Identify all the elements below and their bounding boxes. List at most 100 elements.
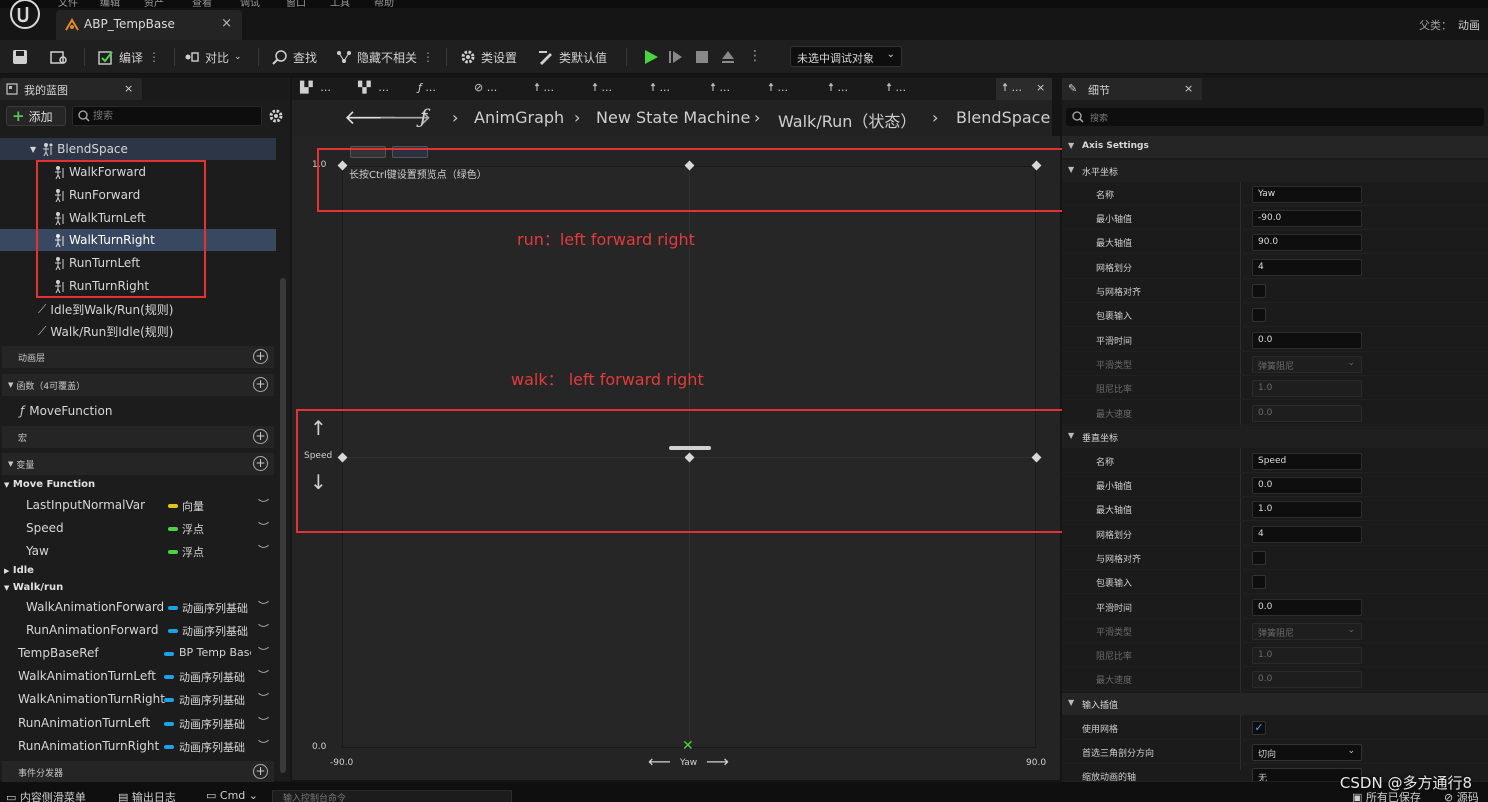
close-tab-icon[interactable]: ×: [1036, 81, 1045, 94]
category-input-interpolation[interactable]: ▼ 输入插值: [1062, 693, 1488, 715]
variable-eye-icon[interactable]: ︶: [258, 598, 269, 614]
browse-icon[interactable]: [50, 49, 68, 65]
content-drawer-button[interactable]: ▭ 内容侧滑菜单: [6, 789, 86, 802]
group-move-function[interactable]: ▼ Move Function: [4, 479, 95, 490]
variable-row[interactable]: RunAnimationForward 动画序列基础 ︶: [0, 619, 274, 641]
close-panel-icon[interactable]: ×: [124, 82, 133, 95]
graph-tab-active[interactable]: ☨ ... ×: [996, 78, 1052, 100]
add-event-dispatcher-icon[interactable]: +: [253, 764, 268, 779]
add-button[interactable]: + 添加: [6, 106, 66, 126]
variable-row[interactable]: WalkAnimationTurnRight 动画序列基础 ︶: [0, 688, 274, 710]
variable-eye-icon[interactable]: ︶: [258, 690, 269, 706]
menu-help[interactable]: 帮助: [374, 0, 394, 9]
variable-row[interactable]: Yaw 浮点 ︶: [0, 540, 274, 562]
tree-item-blendspace[interactable]: ▼ BlendSpace: [0, 138, 276, 160]
section-macros[interactable]: 宏 +: [2, 426, 274, 448]
variable-row[interactable]: WalkAnimationForward 动画序列基础 ︶: [0, 596, 274, 618]
h-axis-smooth-time-field[interactable]: 0.0: [1252, 332, 1362, 349]
variable-eye-icon[interactable]: ︶: [258, 496, 269, 512]
variable-eye-icon[interactable]: ︶: [258, 714, 269, 730]
graph-tab[interactable]: ☨ ...: [592, 81, 612, 94]
menu-debug[interactable]: 调试: [240, 0, 260, 9]
hide-unrelated-options-icon[interactable]: ⋮: [422, 50, 434, 64]
tri-direction-dropdown[interactable]: 切向 ⌄: [1252, 744, 1362, 761]
breadcrumb-blendspace[interactable]: BlendSpace: [956, 108, 1050, 127]
variable-eye-icon[interactable]: ︶: [258, 519, 269, 535]
graph-tab[interactable]: ☨ ...: [828, 81, 848, 94]
use-grid-checkbox[interactable]: ✓: [1252, 721, 1266, 735]
v-axis-wrap-checkbox[interactable]: [1252, 575, 1266, 589]
play-options-icon[interactable]: ⋮: [748, 48, 762, 64]
section-anim-layers[interactable]: 动画层 +: [2, 346, 274, 368]
v-axis-max-field[interactable]: 1.0: [1252, 501, 1362, 518]
v-axis-snap-checkbox[interactable]: [1252, 551, 1266, 565]
breadcrumb-state-machine[interactable]: New State Machine: [596, 108, 750, 127]
diff-button[interactable]: 对比 ⌄: [184, 47, 242, 67]
hide-unrelated-button[interactable]: 隐藏不相关 ⋮: [336, 47, 434, 67]
save-icon[interactable]: [12, 49, 28, 65]
cmd-button[interactable]: ▭ Cmd ⌄: [206, 789, 258, 802]
eject-icon[interactable]: [720, 49, 736, 65]
h-axis-snap-checkbox[interactable]: [1252, 284, 1266, 298]
group-idle[interactable]: ▶ Idle: [4, 565, 34, 576]
variable-row[interactable]: LastInputNormalVar 向量 ︶: [0, 494, 274, 516]
details-search-box[interactable]: 搜索: [1066, 108, 1484, 126]
menu-edit[interactable]: 编辑: [100, 0, 120, 9]
collapse-triangle-icon[interactable]: ▼: [8, 381, 13, 389]
variable-eye-icon[interactable]: ︶: [258, 644, 269, 660]
collapse-triangle-icon[interactable]: ▼: [1068, 165, 1074, 174]
category-horizontal-axis[interactable]: ▼ 水平坐标: [1062, 160, 1488, 182]
breadcrumb-animgraph[interactable]: AnimGraph: [474, 108, 564, 127]
find-button[interactable]: 查找: [272, 47, 317, 67]
details-tab[interactable]: ✎ 细节 ×: [1062, 78, 1202, 100]
graph-tab[interactable]: ⊘ ...: [474, 81, 497, 94]
play-icon[interactable]: [643, 49, 659, 65]
v-axis-min-field[interactable]: 0.0: [1252, 477, 1362, 494]
category-axis-settings[interactable]: ▼ Axis Settings: [1062, 136, 1488, 158]
compile-options-icon[interactable]: ⋮: [148, 50, 160, 64]
h-axis-name-field[interactable]: Yaw: [1252, 186, 1362, 203]
collapse-triangle-icon[interactable]: ▼: [1068, 141, 1074, 150]
collapse-triangle-icon[interactable]: ▼: [1068, 431, 1074, 440]
section-variables[interactable]: ▼ 变量 +: [2, 453, 274, 475]
my-blueprint-tab[interactable]: 我的蓝图 ×: [0, 78, 142, 100]
left-panel-scrollbar[interactable]: [280, 278, 286, 773]
collapse-triangle-icon[interactable]: ▼: [8, 460, 13, 468]
console-command-input[interactable]: 输入控制台命令: [272, 790, 512, 802]
collapse-triangle-icon[interactable]: ▼: [30, 145, 36, 154]
section-functions[interactable]: ▼ 函数（4可覆盖） +: [2, 374, 274, 396]
document-tab-abp-tempbase[interactable]: ABP_TempBase ×: [56, 10, 242, 40]
compile-button[interactable]: 编译 ⋮: [98, 47, 160, 67]
menu-view[interactable]: 查看: [192, 0, 212, 9]
variable-row[interactable]: Speed 浮点 ︶: [0, 517, 274, 539]
debug-object-select[interactable]: 未选中调试对象 ⌄: [790, 46, 902, 67]
collapse-triangle-icon[interactable]: ▼: [1068, 698, 1074, 707]
blendspace-editor-canvas[interactable]: 1.0 0.0 -90.0 90.0 Yaw ⟵ ⟶ Speed ↑ ↓ 长按C…: [292, 136, 1081, 780]
v-axis-smooth-time-field[interactable]: 0.0: [1252, 599, 1362, 616]
menu-file[interactable]: 文件: [58, 0, 78, 9]
add-macro-icon[interactable]: +: [253, 429, 268, 444]
variable-eye-icon[interactable]: ︶: [258, 737, 269, 753]
group-walk-run[interactable]: ▼ Walk/run: [4, 582, 63, 593]
add-anim-layer-icon[interactable]: +: [253, 349, 268, 364]
graph-tab[interactable]: ▚▘ ...: [358, 81, 389, 94]
graph-tab[interactable]: ☨ ...: [768, 81, 788, 94]
category-vertical-axis[interactable]: ▼ 垂直坐标: [1062, 426, 1488, 448]
function-item-movefunction[interactable]: ƒ MoveFunction: [20, 400, 112, 422]
h-axis-grid-field[interactable]: 4: [1252, 259, 1362, 276]
variable-eye-icon[interactable]: ︶: [258, 542, 269, 558]
class-defaults-button[interactable]: 类默认值: [538, 47, 607, 67]
menu-tools[interactable]: 工具: [330, 0, 350, 9]
breadcrumb-walk-run-state[interactable]: Walk/Run（状态）: [778, 108, 916, 132]
v-axis-name-field[interactable]: Speed: [1252, 453, 1362, 470]
variable-row[interactable]: RunAnimationTurnRight 动画序列基础 ︶: [0, 735, 274, 757]
graph-tab[interactable]: ▙▘ ...: [300, 81, 331, 94]
add-function-icon[interactable]: +: [253, 377, 268, 392]
collapse-triangle-icon[interactable]: ▼: [4, 481, 9, 489]
collapse-triangle-icon[interactable]: ▼: [4, 584, 9, 592]
variable-row[interactable]: WalkAnimationTurnLeft 动画序列基础 ︶: [0, 665, 274, 687]
add-variable-icon[interactable]: +: [253, 456, 268, 471]
output-log-button[interactable]: ▤ 输出日志: [118, 789, 176, 802]
settings-gear-icon[interactable]: [268, 108, 284, 124]
class-settings-button[interactable]: 类设置: [460, 47, 517, 67]
